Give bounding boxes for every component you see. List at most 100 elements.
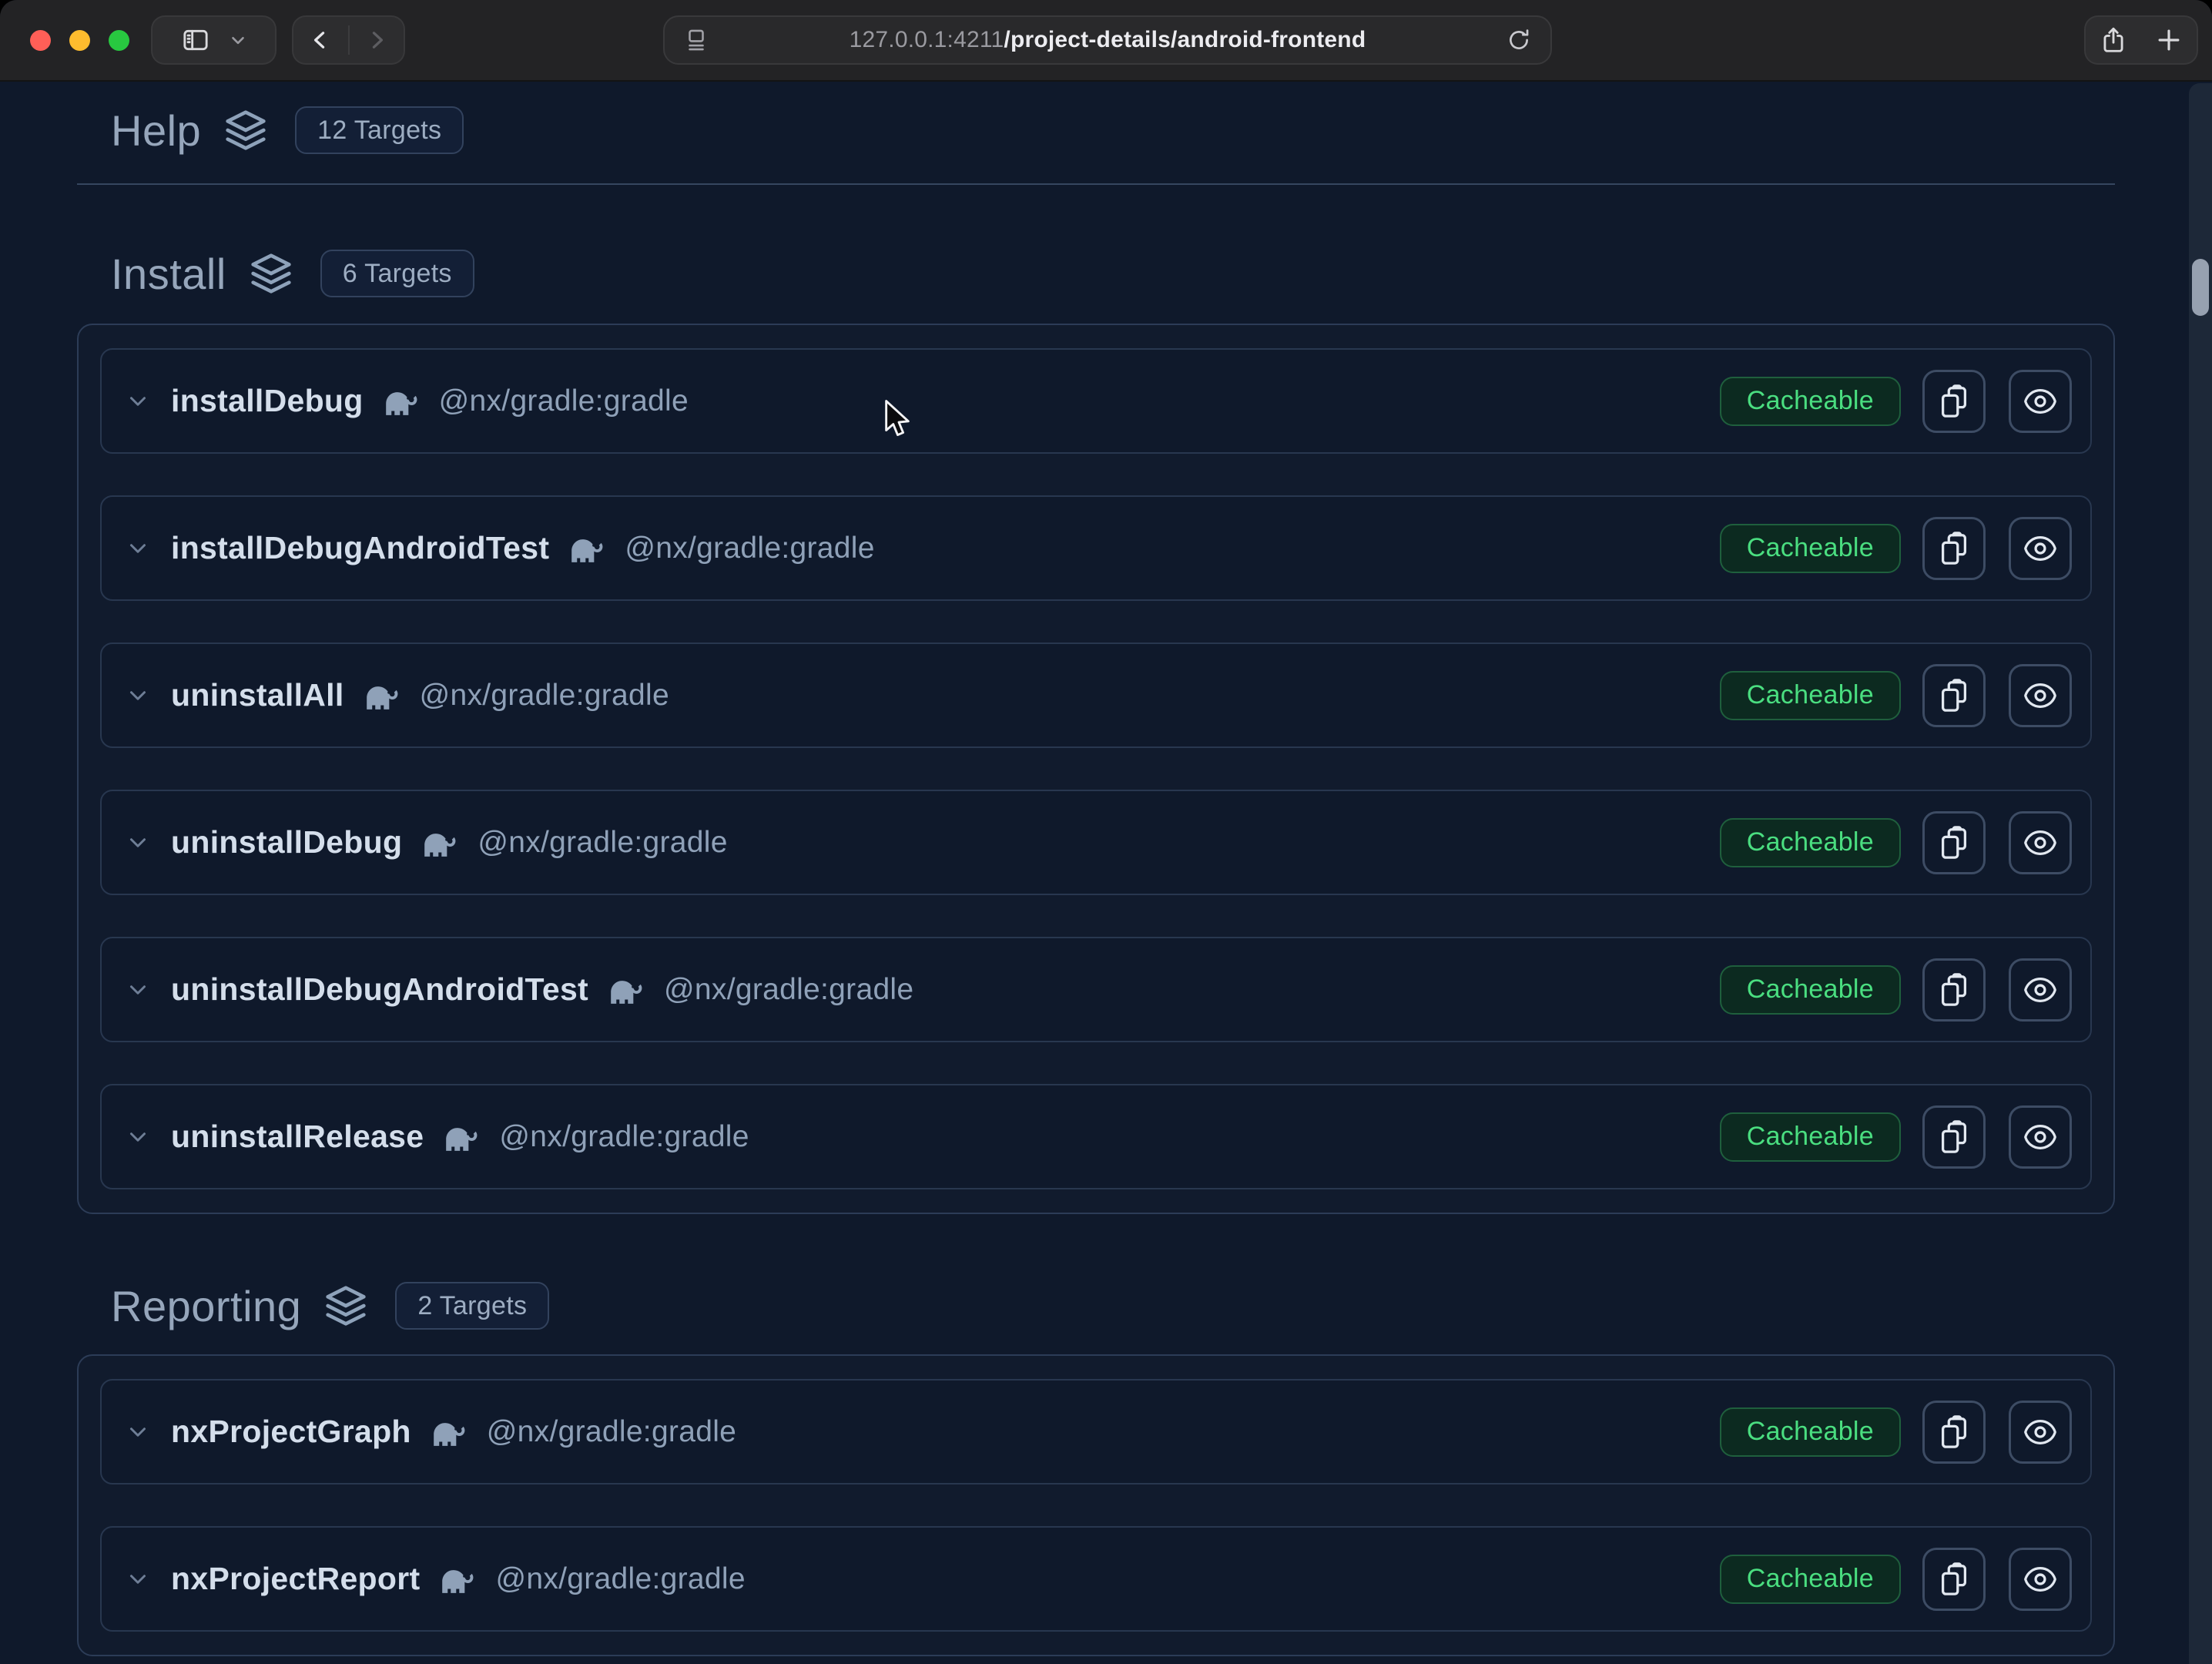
gradle-icon bbox=[422, 832, 459, 858]
back-button[interactable] bbox=[293, 17, 348, 63]
nav-buttons bbox=[292, 15, 405, 65]
layers-icon bbox=[224, 109, 267, 152]
new-tab-icon[interactable] bbox=[2154, 25, 2184, 55]
cacheable-badge: Cacheable bbox=[1720, 818, 1901, 867]
chevron-down-icon[interactable] bbox=[125, 830, 151, 856]
section-title: Install bbox=[111, 249, 226, 299]
gradle-icon bbox=[608, 979, 645, 1005]
view-button[interactable] bbox=[2009, 1401, 2072, 1464]
view-button[interactable] bbox=[2009, 1548, 2072, 1611]
target-row[interactable]: installDebug @nx/gradle:gradle Cacheable bbox=[100, 348, 2092, 454]
view-button[interactable] bbox=[2009, 958, 2072, 1022]
chevron-down-icon[interactable] bbox=[125, 977, 151, 1003]
target-row[interactable]: uninstallRelease @nx/gradle:gradle Cache… bbox=[100, 1084, 2092, 1189]
chevron-down-icon[interactable] bbox=[125, 1419, 151, 1445]
target-row[interactable]: nxProjectGraph @nx/gradle:gradle Cacheab… bbox=[100, 1379, 2092, 1485]
section-title: Help bbox=[111, 106, 201, 156]
eye-icon bbox=[2023, 1414, 2058, 1450]
chevron-down-icon[interactable] bbox=[125, 535, 151, 562]
eye-icon bbox=[2023, 972, 2058, 1008]
sidebar-toggle-button[interactable] bbox=[151, 15, 276, 65]
copy-button[interactable] bbox=[1922, 1105, 1986, 1169]
eye-icon bbox=[2023, 825, 2058, 861]
copy-button[interactable] bbox=[1922, 664, 1986, 727]
gradle-icon bbox=[569, 538, 606, 564]
url-host: 127.0.0.1:4211 bbox=[850, 27, 1004, 52]
close-window-button[interactable] bbox=[30, 30, 51, 51]
gradle-icon bbox=[384, 391, 421, 417]
clipboard-icon bbox=[1936, 531, 1972, 566]
targets-count-badge: 6 Targets bbox=[320, 250, 474, 297]
section-header-reporting: Reporting 2 Targets bbox=[111, 1280, 2115, 1331]
target-name: installDebugAndroidTest bbox=[171, 530, 549, 566]
target-row[interactable]: nxProjectReport @nx/gradle:gradle Cachea… bbox=[100, 1526, 2092, 1632]
target-executor: @nx/gradle:gradle bbox=[499, 1120, 749, 1154]
clipboard-icon bbox=[1936, 1562, 1972, 1597]
section-header-help: Help 12 Targets bbox=[111, 105, 2115, 156]
cacheable-badge: Cacheable bbox=[1720, 377, 1901, 426]
section-divider bbox=[77, 183, 2115, 185]
clipboard-icon bbox=[1936, 678, 1972, 713]
address-bar[interactable]: 127.0.0.1:4211/project-details/android-f… bbox=[663, 15, 1552, 65]
forward-button[interactable] bbox=[350, 17, 404, 63]
target-row[interactable]: uninstallDebugAndroidTest @nx/gradle:gra… bbox=[100, 937, 2092, 1042]
targets-count-badge: 2 Targets bbox=[395, 1282, 549, 1330]
target-executor: @nx/gradle:gradle bbox=[625, 532, 874, 565]
back-icon bbox=[307, 27, 333, 53]
target-group-reporting: nxProjectGraph @nx/gradle:gradle Cacheab… bbox=[77, 1354, 2115, 1656]
chevron-down-icon[interactable] bbox=[125, 1124, 151, 1150]
toolbar-actions bbox=[2084, 15, 2198, 65]
gradle-icon bbox=[431, 1421, 468, 1448]
target-name: nxProjectReport bbox=[171, 1561, 420, 1597]
target-name: installDebug bbox=[171, 383, 364, 419]
copy-button[interactable] bbox=[1922, 517, 1986, 580]
clipboard-icon bbox=[1936, 1414, 1972, 1450]
cacheable-badge: Cacheable bbox=[1720, 524, 1901, 573]
target-name: uninstallRelease bbox=[171, 1119, 424, 1155]
chevron-down-icon[interactable] bbox=[125, 1566, 151, 1592]
eye-icon bbox=[2023, 384, 2058, 419]
chevron-down-icon[interactable] bbox=[125, 388, 151, 414]
copy-button[interactable] bbox=[1922, 370, 1986, 433]
view-button[interactable] bbox=[2009, 517, 2072, 580]
share-icon[interactable] bbox=[2099, 25, 2128, 55]
clipboard-icon bbox=[1936, 1119, 1972, 1155]
view-button[interactable] bbox=[2009, 370, 2072, 433]
gradle-icon bbox=[364, 685, 401, 711]
view-button[interactable] bbox=[2009, 811, 2072, 874]
minimize-window-button[interactable] bbox=[69, 30, 90, 51]
eye-icon bbox=[2023, 1119, 2058, 1155]
targets-count-badge: 12 Targets bbox=[295, 106, 464, 154]
url-path: /project-details/android-frontend bbox=[1004, 27, 1366, 52]
target-executor: @nx/gradle:gradle bbox=[487, 1415, 736, 1449]
clipboard-icon bbox=[1936, 384, 1972, 419]
target-name: uninstallDebug bbox=[171, 824, 402, 861]
chevron-down-icon[interactable] bbox=[125, 683, 151, 709]
target-row[interactable]: uninstallDebug @nx/gradle:gradle Cacheab… bbox=[100, 790, 2092, 895]
scrollbar-thumb[interactable] bbox=[2192, 259, 2209, 316]
layers-icon bbox=[250, 252, 293, 295]
target-row[interactable]: uninstallAll @nx/gradle:gradle Cacheable bbox=[100, 642, 2092, 748]
target-name: uninstallAll bbox=[171, 677, 344, 713]
scrollbar-track[interactable] bbox=[2189, 83, 2212, 1664]
layers-icon bbox=[324, 1284, 367, 1327]
view-button[interactable] bbox=[2009, 1105, 2072, 1169]
target-executor: @nx/gradle:gradle bbox=[478, 826, 727, 860]
cacheable-badge: Cacheable bbox=[1720, 1407, 1901, 1457]
target-row[interactable]: installDebugAndroidTest @nx/gradle:gradl… bbox=[100, 495, 2092, 601]
copy-button[interactable] bbox=[1922, 958, 1986, 1022]
section-title: Reporting bbox=[111, 1281, 301, 1331]
copy-button[interactable] bbox=[1922, 1401, 1986, 1464]
gradle-icon bbox=[444, 1126, 481, 1152]
sidebar-toggle-icon bbox=[180, 25, 211, 55]
clipboard-icon bbox=[1936, 825, 1972, 861]
view-button[interactable] bbox=[2009, 664, 2072, 727]
cacheable-badge: Cacheable bbox=[1720, 965, 1901, 1015]
gradle-icon bbox=[440, 1568, 477, 1595]
copy-button[interactable] bbox=[1922, 811, 1986, 874]
target-executor: @nx/gradle:gradle bbox=[495, 1562, 745, 1596]
zoom-window-button[interactable] bbox=[109, 30, 129, 51]
copy-button[interactable] bbox=[1922, 1548, 1986, 1611]
target-group-install: installDebug @nx/gradle:gradle Cacheable… bbox=[77, 324, 2115, 1214]
reload-icon[interactable] bbox=[1506, 27, 1532, 53]
